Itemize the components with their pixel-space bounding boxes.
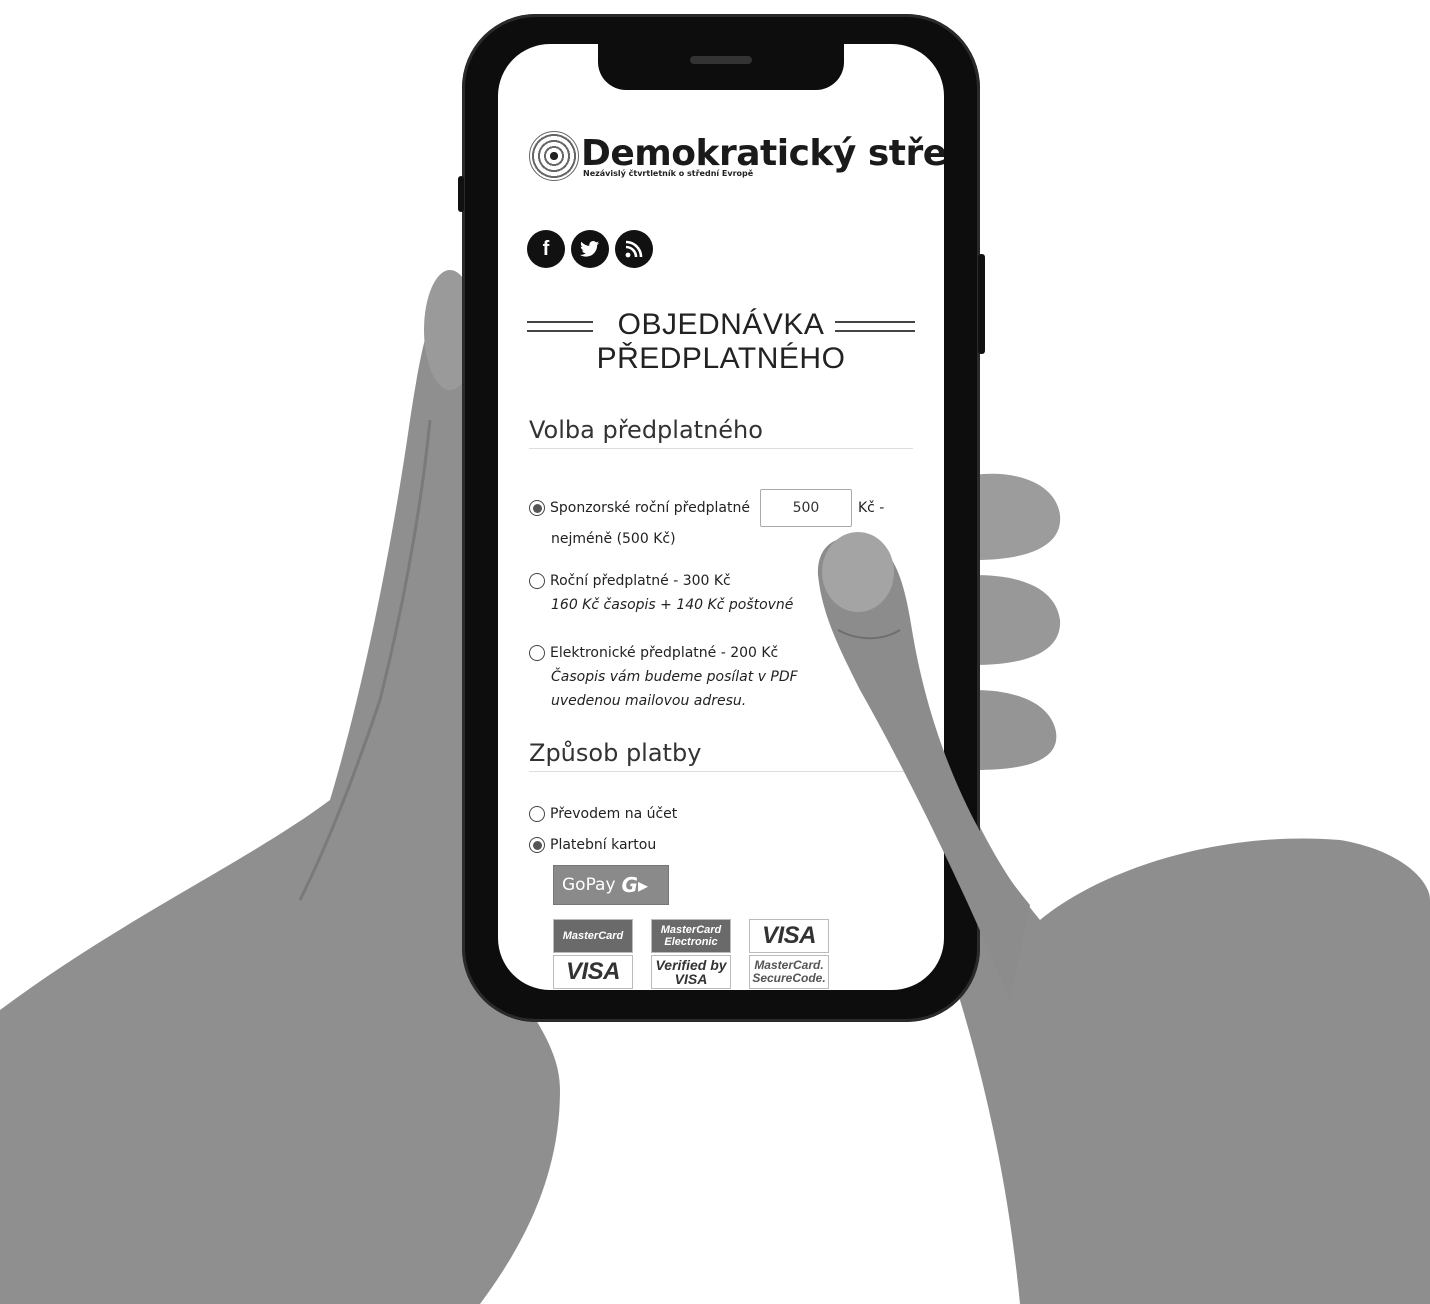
smartphone: Demokratický střed Nezávislý čtvrtletník… <box>458 14 985 1022</box>
payment-heading: Způsob platby <box>529 739 913 772</box>
rss-icon[interactable] <box>615 230 653 268</box>
electronic-subscription-label: Elektronické předplatné - 200 Kč <box>550 645 779 661</box>
target-logo-icon <box>529 131 579 181</box>
site-header[interactable]: Demokratický střed Nezávislý čtvrtletník… <box>529 126 944 186</box>
site-name: Demokratický střed <box>581 132 944 174</box>
earpiece-speaker <box>690 56 752 64</box>
currency-unit: Kč - <box>857 500 885 516</box>
electronic-subscription-note-1: Časopis vám budeme posílat v PDF <box>551 669 798 685</box>
card-payment-label: Platební kartou <box>550 837 657 853</box>
visa-electron-logo: VISA <box>749 919 829 953</box>
social-links: f <box>527 230 913 268</box>
phone-notch <box>598 44 844 90</box>
electronic-subscription-option: Elektronické předplatné - 200 Kč Časopis… <box>529 641 913 713</box>
mute-switch <box>458 176 464 212</box>
sponsor-subscription-label: Sponzorské roční předplatné <box>550 500 750 516</box>
bank-transfer-option: Převodem na účet <box>529 802 913 826</box>
card-payment-radio[interactable] <box>529 837 545 853</box>
page-title: OBJEDNÁVKA PŘEDPLATNÉHO <box>527 308 915 376</box>
power-button <box>978 254 985 354</box>
bank-transfer-label: Převodem na účet <box>550 806 678 822</box>
sponsor-minimum-note: nejméně (500 Kč) <box>551 531 676 547</box>
mastercard-securecode-logo: MasterCard. SecureCode. <box>749 955 829 989</box>
mastercard-logo: MasterCard <box>553 919 633 953</box>
brand-text: Demokratický střed Nezávislý čtvrtletník… <box>581 132 944 178</box>
electronic-subscription-radio[interactable] <box>529 645 545 661</box>
facebook-icon[interactable]: f <box>527 230 565 268</box>
sponsor-subscription-option: Sponzorské roční předplatné Kč - nejméně… <box>529 489 913 551</box>
phone-screen: Demokratický střed Nezávislý čtvrtletník… <box>498 44 944 990</box>
card-logos: MasterCard MasterCard Electronic VISA VI… <box>553 919 913 989</box>
subscription-heading: Volba předplatného <box>529 416 913 449</box>
gopay-logo: GoPay G▸ <box>553 865 669 905</box>
annual-subscription-option: Roční předplatné - 300 Kč 160 Kč časopis… <box>529 569 913 617</box>
annual-subscription-label: Roční předplatné - 300 Kč <box>550 573 731 589</box>
title-rule-right <box>835 321 915 332</box>
title-rule-left <box>527 321 593 332</box>
mastercard-electronic-logo: MasterCard Electronic <box>651 919 731 953</box>
twitter-icon[interactable] <box>571 230 609 268</box>
verified-by-visa-logo: Verified by VISA <box>651 955 731 989</box>
subscription-page: Demokratický střed Nezávislý čtvrtletník… <box>527 126 944 989</box>
gopay-mark-icon: G▸ <box>621 873 649 897</box>
annual-subscription-note: 160 Kč časopis + 140 Kč poštovné <box>551 597 794 613</box>
annual-subscription-radio[interactable] <box>529 573 545 589</box>
card-payment-option: Platební kartou <box>529 833 913 857</box>
gopay-text: GoPay <box>562 875 616 895</box>
sponsor-amount-input[interactable] <box>759 489 852 527</box>
sponsor-subscription-radio[interactable] <box>529 500 545 516</box>
electronic-subscription-note-2: uvedenou mailovou adresu. <box>551 693 747 709</box>
title-line-2: PŘEDPLATNÉHO <box>596 342 846 375</box>
bank-transfer-radio[interactable] <box>529 806 545 822</box>
visa-logo: VISA <box>553 955 633 989</box>
